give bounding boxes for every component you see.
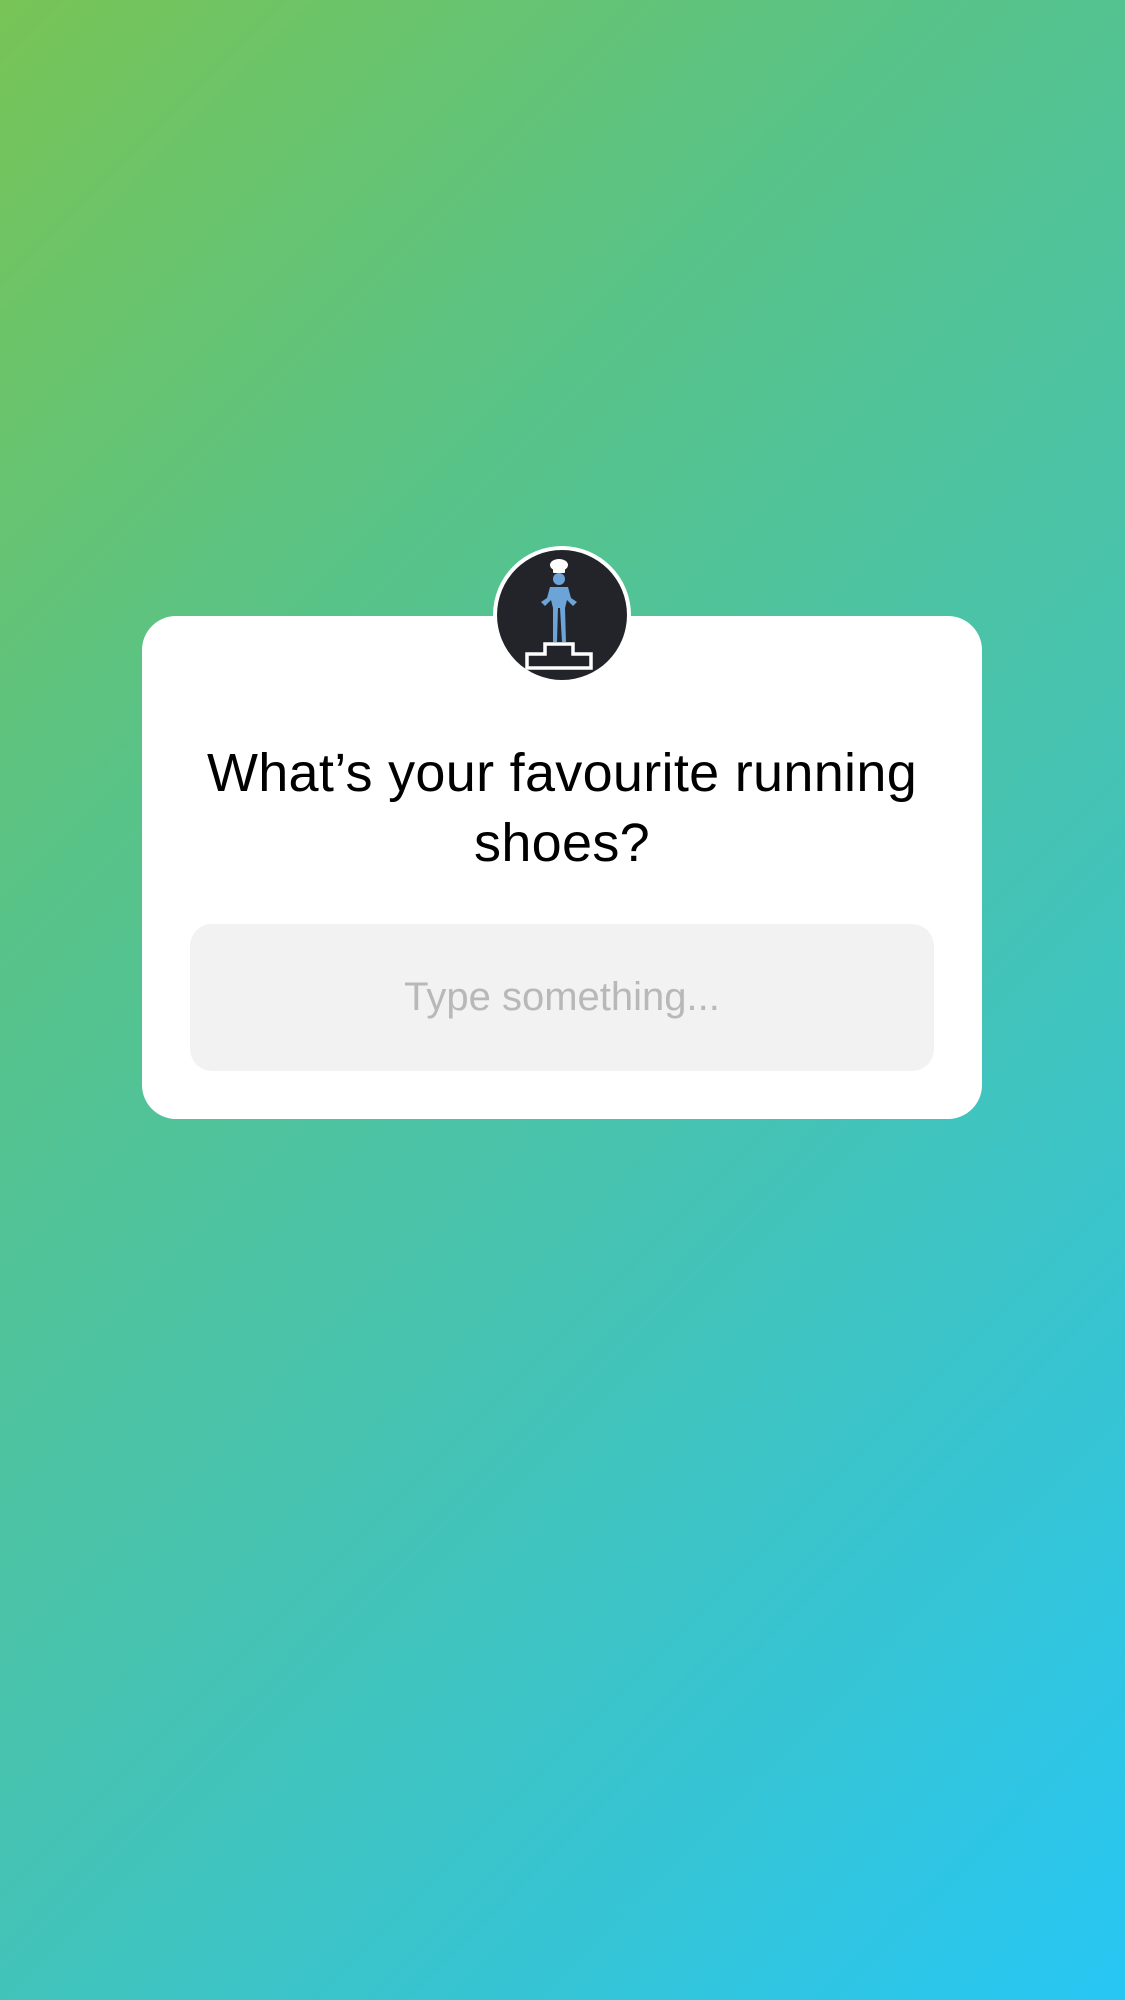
podium-chef-icon [525, 559, 593, 670]
question-title: What’s your favourite running shoes? [206, 743, 918, 873]
avatar-circle [497, 550, 627, 680]
story-background: What’s your favourite running shoes? [0, 0, 1125, 2000]
answer-input[interactable] [190, 924, 934, 1071]
avatar [493, 546, 631, 684]
question-card: What’s your favourite running shoes? [142, 616, 982, 1119]
